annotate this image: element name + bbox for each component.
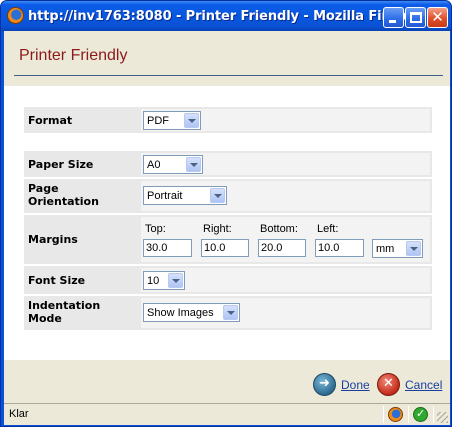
window-title: http://inv1763:8080 - Printer Friendly -… bbox=[28, 9, 420, 24]
chevron-down-icon[interactable] bbox=[223, 305, 238, 320]
firefox-icon[interactable] bbox=[7, 7, 24, 24]
close-window-button[interactable]: ✕ bbox=[427, 7, 448, 28]
margins-value-cell: Top: 30.0 Right: 10.0 Bottom: 20.0 Left:… bbox=[141, 217, 430, 262]
chevron-down-icon[interactable] bbox=[184, 113, 199, 128]
margin-left-label: Left: bbox=[317, 223, 339, 235]
paper-size-select[interactable]: A0 bbox=[143, 155, 203, 174]
margins-row: Margins Top: 30.0 Right: 10.0 Bottom: 20… bbox=[24, 215, 432, 264]
firefox-icon[interactable] bbox=[388, 407, 403, 422]
margin-unit-select[interactable]: mm bbox=[372, 239, 423, 258]
chevron-down-icon[interactable] bbox=[406, 241, 421, 256]
page-title: Printer Friendly bbox=[19, 47, 128, 64]
cancel-link[interactable]: Cancel bbox=[405, 378, 442, 392]
indentation-mode-row: Indentation Mode Show Images bbox=[24, 296, 432, 330]
format-label: Format bbox=[28, 114, 73, 127]
title-bar[interactable]: http://inv1763:8080 - Printer Friendly -… bbox=[1, 1, 451, 31]
font-size-row: Font Size 10 bbox=[24, 266, 432, 294]
paper-size-row: Paper Size A0 bbox=[24, 151, 432, 177]
margin-bottom-label: Bottom: bbox=[260, 223, 298, 235]
page-orientation-select[interactable]: Portrait bbox=[143, 186, 227, 205]
settings-form: Format PDF Paper Size A0 Page Orientatio… bbox=[4, 86, 450, 360]
margins-label: Margins bbox=[28, 233, 78, 246]
margin-unit-select-value: mm bbox=[376, 243, 395, 255]
page-orientation-label-line1: Page bbox=[28, 182, 59, 195]
maximize-icon bbox=[410, 12, 422, 23]
margin-top-input[interactable]: 30.0 bbox=[143, 239, 192, 257]
indentation-mode-select[interactable]: Show Images bbox=[143, 303, 240, 322]
status-bar: Klar bbox=[4, 403, 450, 425]
check-icon[interactable] bbox=[413, 407, 428, 422]
page-orientation-value-cell: Portrait bbox=[141, 181, 430, 211]
format-row: Format PDF bbox=[24, 107, 432, 133]
minimize-icon bbox=[389, 20, 396, 23]
format-select[interactable]: PDF bbox=[143, 111, 201, 130]
status-text: Klar bbox=[9, 408, 29, 420]
done-link[interactable]: Done bbox=[341, 378, 370, 392]
margin-right-input[interactable]: 10.0 bbox=[201, 239, 249, 257]
page-orientation-row: Page Orientation Portrait bbox=[24, 179, 432, 213]
paper-size-select-value: A0 bbox=[147, 159, 161, 171]
margin-bottom-input[interactable]: 20.0 bbox=[258, 239, 306, 257]
header-divider bbox=[14, 75, 443, 76]
margin-top-label: Top: bbox=[145, 223, 166, 235]
page-orientation-label-line2: Orientation bbox=[28, 195, 99, 208]
indentation-mode-value-cell: Show Images bbox=[141, 298, 430, 328]
status-divider bbox=[408, 406, 409, 423]
indentation-mode-label: Indentation Mode bbox=[28, 299, 100, 325]
font-size-label: Font Size bbox=[28, 274, 86, 287]
font-size-value-cell: 10 bbox=[141, 268, 430, 292]
resize-grip[interactable] bbox=[437, 412, 448, 423]
close-circle-icon[interactable] bbox=[377, 373, 400, 396]
status-divider bbox=[433, 406, 434, 423]
minimize-button[interactable] bbox=[383, 7, 404, 28]
paper-size-value-cell: A0 bbox=[141, 153, 430, 175]
page-orientation-label: Page Orientation bbox=[28, 182, 99, 208]
paper-size-label: Paper Size bbox=[28, 158, 94, 171]
indentation-mode-select-value: Show Images bbox=[147, 307, 214, 319]
window-client-area: Printer Friendly Format PDF Paper Size A… bbox=[4, 31, 450, 425]
chevron-down-icon[interactable] bbox=[186, 157, 201, 172]
arrow-right-icon[interactable] bbox=[313, 373, 336, 396]
status-divider bbox=[383, 406, 384, 423]
browser-window: http://inv1763:8080 - Printer Friendly -… bbox=[0, 0, 452, 427]
chevron-down-icon[interactable] bbox=[168, 273, 183, 288]
indentation-mode-label-line1: Indentation bbox=[28, 299, 101, 312]
page-orientation-select-value: Portrait bbox=[147, 190, 183, 202]
margin-left-input[interactable]: 10.0 bbox=[315, 239, 364, 257]
close-icon: ✕ bbox=[431, 8, 444, 26]
maximize-button[interactable] bbox=[405, 7, 426, 28]
format-value-cell: PDF bbox=[141, 109, 430, 131]
chevron-down-icon[interactable] bbox=[210, 188, 225, 203]
font-size-select[interactable]: 10 bbox=[143, 271, 185, 290]
indentation-mode-label-line2: Mode bbox=[28, 312, 62, 325]
margin-right-label: Right: bbox=[203, 223, 232, 235]
font-size-select-value: 10 bbox=[147, 275, 160, 287]
page-header: Printer Friendly bbox=[4, 31, 450, 79]
format-select-value: PDF bbox=[147, 115, 169, 127]
dialog-footer: Done Cancel bbox=[4, 360, 450, 403]
